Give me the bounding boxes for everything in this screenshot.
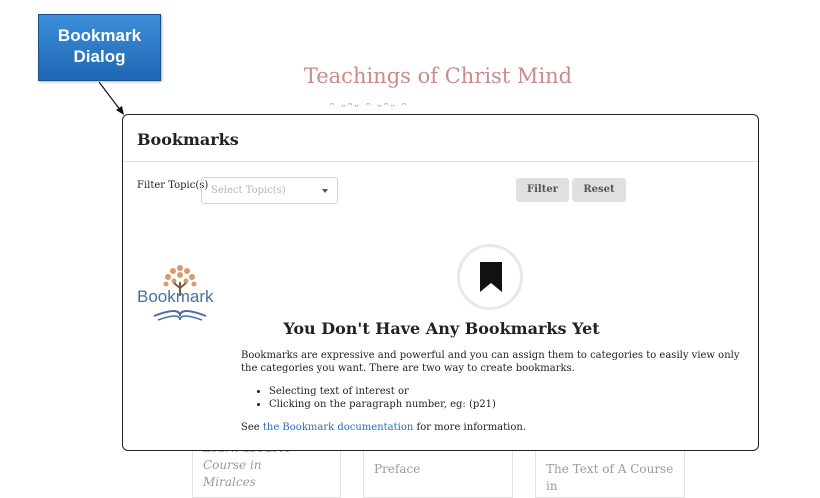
filter-button[interactable]: Filter	[516, 178, 569, 202]
logo-text: Bookmark	[137, 287, 214, 306]
dialog-title: Bookmarks	[123, 115, 758, 162]
callout-line: Bookmark	[57, 26, 142, 45]
card-title: The Text of A Course in	[546, 462, 674, 493]
list-item: Selecting text of interest or	[269, 385, 496, 398]
callout-label: Bookmark Dialog	[38, 14, 161, 81]
card-title: Miralces	[203, 475, 256, 489]
bookmarks-dialog: Bookmarks Filter Topic(s) Select Topic(s…	[122, 114, 759, 451]
bookmark-empty-icon	[457, 244, 523, 310]
card-title: Preface	[374, 462, 421, 476]
see-prefix: See	[241, 422, 260, 433]
callout-line: Dialog	[73, 47, 126, 66]
list-item: Clicking on the paragraph number, eg: (p…	[269, 398, 496, 411]
filter-topics-label: Filter Topic(s)	[137, 180, 209, 191]
empty-state-description: Bookmarks are expressive and powerful an…	[241, 350, 740, 374]
see-suffix: for more information.	[416, 422, 527, 433]
reset-button[interactable]: Reset	[572, 178, 626, 202]
callout-arrow-icon	[98, 81, 124, 115]
topic-select-placeholder: Select Topic(s)	[211, 185, 286, 196]
site-subtitle-ornament: ᵔ ᵕᵔᵕ ᵔ ᵕᵔᵕ ᵔ	[330, 100, 409, 113]
dropdown-caret-icon	[322, 189, 328, 193]
empty-state-title: You Don't Have Any Bookmarks Yet	[283, 319, 600, 338]
topic-select-dropdown[interactable]: Select Topic(s)	[201, 177, 338, 204]
documentation-note: See the Bookmark documentation for more …	[241, 422, 526, 433]
bookmark-documentation-link[interactable]: the Bookmark documentation	[263, 422, 413, 433]
create-bookmark-ways-list: Selecting text of interest or Clicking o…	[251, 385, 496, 411]
